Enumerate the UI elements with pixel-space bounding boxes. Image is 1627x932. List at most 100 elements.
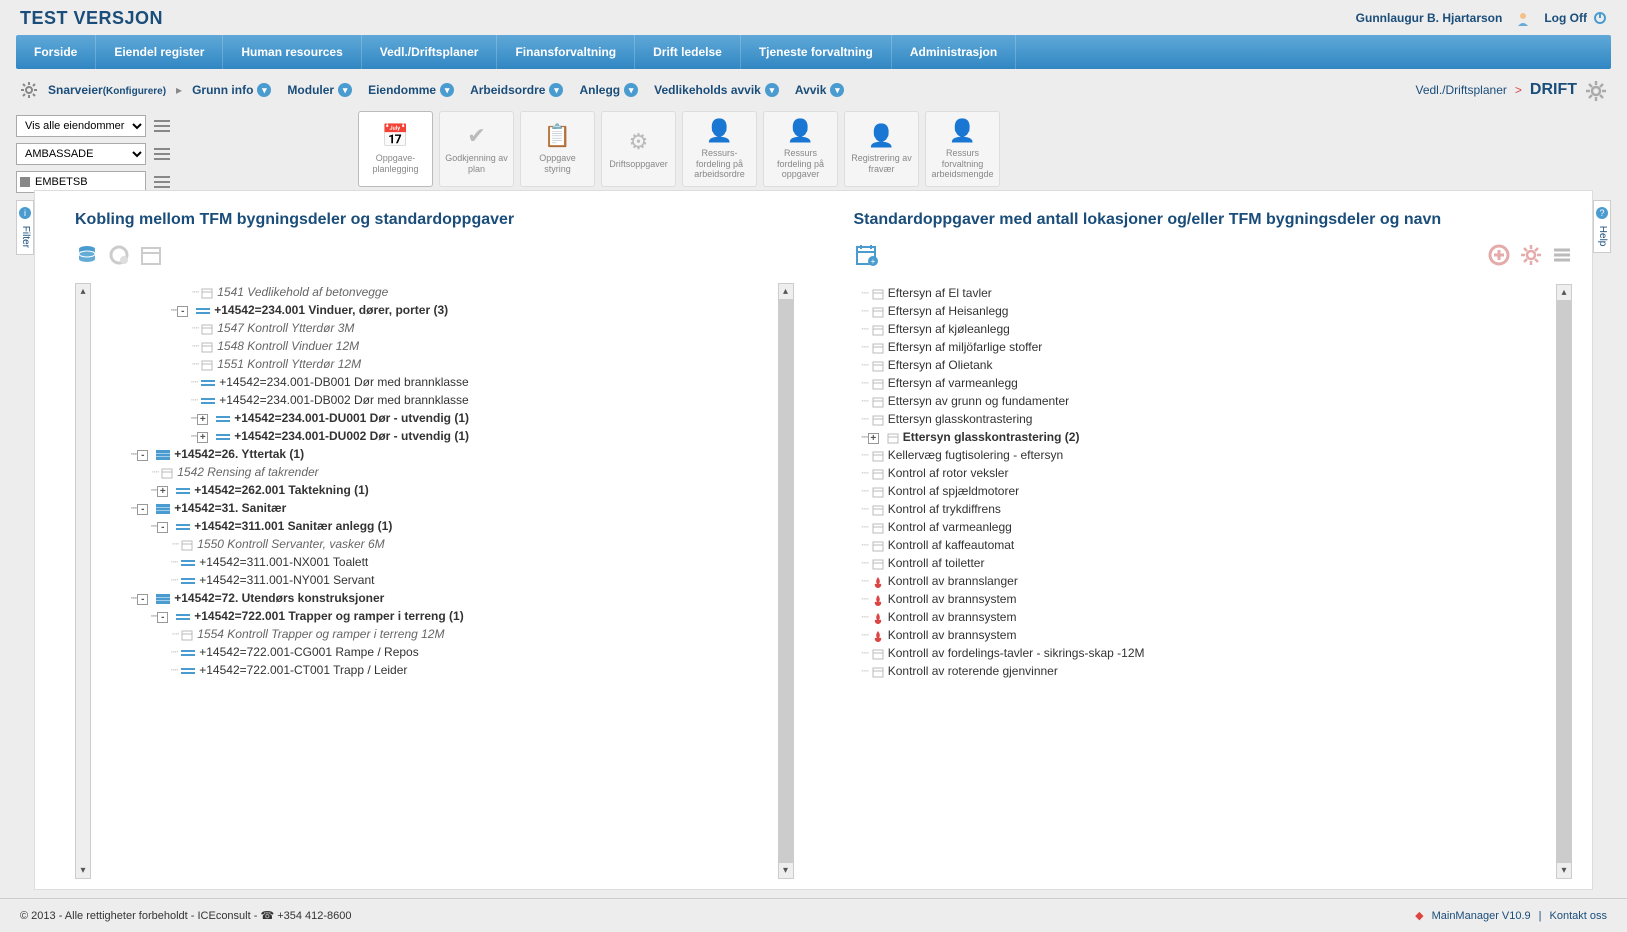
tree-toggle[interactable]: - — [137, 504, 148, 515]
sub-nav-item[interactable]: Vedlikeholds avvik▾ — [654, 83, 779, 97]
toolbar-button[interactable]: 👤Registrering av fravær — [844, 111, 919, 187]
footer-contact-link[interactable]: Kontakt oss — [1550, 910, 1607, 922]
main-nav-item[interactable]: Administrasjon — [892, 35, 1016, 69]
list-icon[interactable] — [154, 120, 170, 132]
tree-node[interactable]: ┈1554 Kontroll Trapper og ramper i terre… — [91, 625, 770, 643]
main-nav-item[interactable]: Tjeneste forvaltning — [741, 35, 892, 69]
shortcuts-label[interactable]: Snarveier(Konfigurere) — [48, 83, 166, 97]
tree-node[interactable]: ┈Eftersyn af miljöfarlige stoffer — [854, 338, 1549, 356]
tree-node[interactable]: ┈Ettersyn glasskontrastering — [854, 410, 1549, 428]
tree-node[interactable]: ┈1551 Kontroll Ytterdør 12M — [91, 355, 770, 373]
tree-toggle[interactable]: + — [157, 486, 168, 497]
tree-node[interactable]: ┈Kontroll av fordelings-tavler - sikring… — [854, 644, 1549, 662]
tree-toggle[interactable]: - — [137, 594, 148, 605]
tree-node[interactable]: ┈-+14542=722.001 Trapper og ramper i ter… — [91, 607, 770, 625]
tree-node[interactable]: ┈+14542=311.001-NY001 Servant — [91, 571, 770, 589]
main-nav-item[interactable]: Vedl./Driftsplaner — [362, 35, 498, 69]
logoff-link[interactable]: Log Off — [1544, 11, 1607, 25]
tree-node[interactable]: ┈++14542=234.001-DU001 Dør - utvendig (1… — [91, 409, 770, 427]
gear-icon[interactable] — [20, 81, 38, 99]
tree-node[interactable]: ┈+Ettersyn glasskontrastering (2) — [854, 428, 1549, 446]
tree-node[interactable]: ┈+14542=311.001-NX001 Toalett — [91, 553, 770, 571]
sub-nav-item[interactable]: Moduler▾ — [287, 83, 352, 97]
menu-icon[interactable] — [1552, 243, 1572, 266]
tree-node[interactable]: ┈1550 Kontroll Servanter, vasker 6M — [91, 535, 770, 553]
filter-category-select[interactable]: AMBASSADE — [16, 143, 146, 165]
tree-node[interactable]: ┈Eftersyn af El tavler — [854, 284, 1549, 302]
toolbar-button[interactable]: 👤Ressurs forvaltning arbeidsmengde — [925, 111, 1000, 187]
tree-node[interactable]: ┈Eftersyn af Heisanlegg — [854, 302, 1549, 320]
main-nav-item[interactable]: Human resources — [223, 35, 361, 69]
settings-gear-icon[interactable] — [1585, 77, 1607, 103]
breadcrumb-parent[interactable]: Vedl./Driftsplaner — [1415, 83, 1506, 97]
tree-node[interactable]: ┈Ettersyn av grunn og fundamenter — [854, 392, 1549, 410]
tree-node[interactable]: ┈1542 Rensing af takrender — [91, 463, 770, 481]
list-icon[interactable] — [154, 148, 170, 160]
tree-node[interactable]: ┈Eftersyn af varmeanlegg — [854, 374, 1549, 392]
tree-node[interactable]: ┈Kontrol af spjældmotorer — [854, 482, 1549, 500]
sub-nav-item[interactable]: Grunn info▾ — [192, 83, 271, 97]
tree-node[interactable]: ┈Kontroll af toiletter — [854, 554, 1549, 572]
gear-icon[interactable] — [1520, 243, 1542, 266]
tree-toggle[interactable]: - — [157, 612, 168, 623]
tree-node[interactable]: ┈Kontroll av roterende gjenvinner — [854, 662, 1549, 680]
toolbar-button[interactable]: 📅Oppgave-planlegging — [358, 111, 433, 187]
tree-node[interactable]: ┈Kontroll av brannsystem — [854, 590, 1549, 608]
calendar-icon[interactable] — [139, 241, 163, 267]
tree-toggle[interactable]: - — [137, 450, 148, 461]
tree-node[interactable]: ┈++14542=262.001 Taktekning (1) — [91, 481, 770, 499]
toolbar-button[interactable]: 📋Oppgave styring — [520, 111, 595, 187]
toolbar-button[interactable]: ✔Godkjenning av plan — [439, 111, 514, 187]
tree-node[interactable]: ┈Kontroll av brannslanger — [854, 572, 1549, 590]
sub-nav-item[interactable]: Eiendomme▾ — [368, 83, 454, 97]
tree-node[interactable]: ┈+14542=234.001-DB001 Dør med brannklass… — [91, 373, 770, 391]
tree-toggle[interactable]: + — [197, 432, 208, 443]
list-icon[interactable] — [154, 176, 170, 188]
scrollbar-left-outer[interactable]: ▴▾ — [75, 283, 91, 879]
tree-node[interactable]: ┈+14542=722.001-CG001 Rampe / Repos — [91, 643, 770, 661]
tree-node[interactable]: ┈+14542=234.001-DB002 Dør med brannklass… — [91, 391, 770, 409]
tree-node[interactable]: ┈-+14542=234.001 Vinduer, dører, porter … — [91, 301, 770, 319]
tree-node[interactable]: ┈1547 Kontroll Ytterdør 3M — [91, 319, 770, 337]
tree-node[interactable]: ┈Kontrol af rotor veksler — [854, 464, 1549, 482]
scrollbar-right[interactable]: ▴▾ — [1556, 284, 1572, 879]
tree-toggle[interactable]: - — [157, 522, 168, 533]
tree-node[interactable]: ┈Eftersyn af Olietank — [854, 356, 1549, 374]
link-icon[interactable] — [107, 241, 131, 267]
tree-toggle[interactable]: + — [868, 433, 879, 444]
filter-side-tab[interactable]: i Filter — [16, 200, 34, 255]
sub-nav-item[interactable]: Arbeidsordre▾ — [470, 83, 563, 97]
tree-node[interactable]: ┈+14542=722.001-CT001 Trapp / Leider — [91, 661, 770, 679]
calendar-add-icon[interactable]: + — [854, 241, 880, 268]
main-nav-item[interactable]: Eiendel register — [96, 35, 223, 69]
tree-node[interactable]: ┈Kontrol af trykdiffrens — [854, 500, 1549, 518]
tree-node[interactable]: ┈Kontroll av brannsystem — [854, 626, 1549, 644]
main-nav-item[interactable]: Forside — [16, 35, 96, 69]
toolbar-button[interactable]: 👤Ressurs-fordeling på arbeidsordre — [682, 111, 757, 187]
tree-node[interactable]: ┈Kontroll av brannsystem — [854, 608, 1549, 626]
tree-node[interactable]: ┈1541 Vedlikehold af betonvegge — [91, 283, 770, 301]
scrollbar-left-inner[interactable]: ▴▾ — [778, 283, 794, 879]
tree-toggle[interactable]: - — [177, 306, 188, 317]
tree-node[interactable]: ┈++14542=234.001-DU002 Dør - utvendig (1… — [91, 427, 770, 445]
toolbar-button[interactable]: 👤Ressurs fordeling på oppgaver — [763, 111, 838, 187]
database-icon[interactable] — [75, 241, 99, 267]
tree-node[interactable]: ┈-+14542=72. Utendørs konstruksjoner — [91, 589, 770, 607]
tree-node[interactable]: ┈-+14542=26. Yttertak (1) — [91, 445, 770, 463]
help-side-tab[interactable]: ? Help — [1593, 200, 1611, 253]
tree-node[interactable]: ┈-+14542=31. Sanitær — [91, 499, 770, 517]
sub-nav-item[interactable]: Avvik▾ — [795, 83, 845, 97]
tree-node[interactable]: ┈-+14542=311.001 Sanitær anlegg (1) — [91, 517, 770, 535]
tree-toggle[interactable]: + — [197, 414, 208, 425]
main-nav-item[interactable]: Finansforvaltning — [497, 35, 635, 69]
tree-node[interactable]: ┈Kellervæg fugtisolering - eftersyn — [854, 446, 1549, 464]
add-circle-icon[interactable] — [1488, 243, 1510, 266]
tree-node[interactable]: ┈Kontroll af kaffeautomat — [854, 536, 1549, 554]
sub-nav-item[interactable]: Anlegg▾ — [579, 83, 638, 97]
tree-node[interactable]: ┈Kontrol af varmeanlegg — [854, 518, 1549, 536]
tree-node[interactable]: ┈Eftersyn af kjøleanlegg — [854, 320, 1549, 338]
tree-node[interactable]: ┈1548 Kontroll Vinduer 12M — [91, 337, 770, 355]
toolbar-button[interactable]: ⚙Driftsoppgaver — [601, 111, 676, 187]
filter-properties-select[interactable]: Vis alle eiendommer — [16, 115, 146, 137]
main-nav-item[interactable]: Drift ledelse — [635, 35, 741, 69]
